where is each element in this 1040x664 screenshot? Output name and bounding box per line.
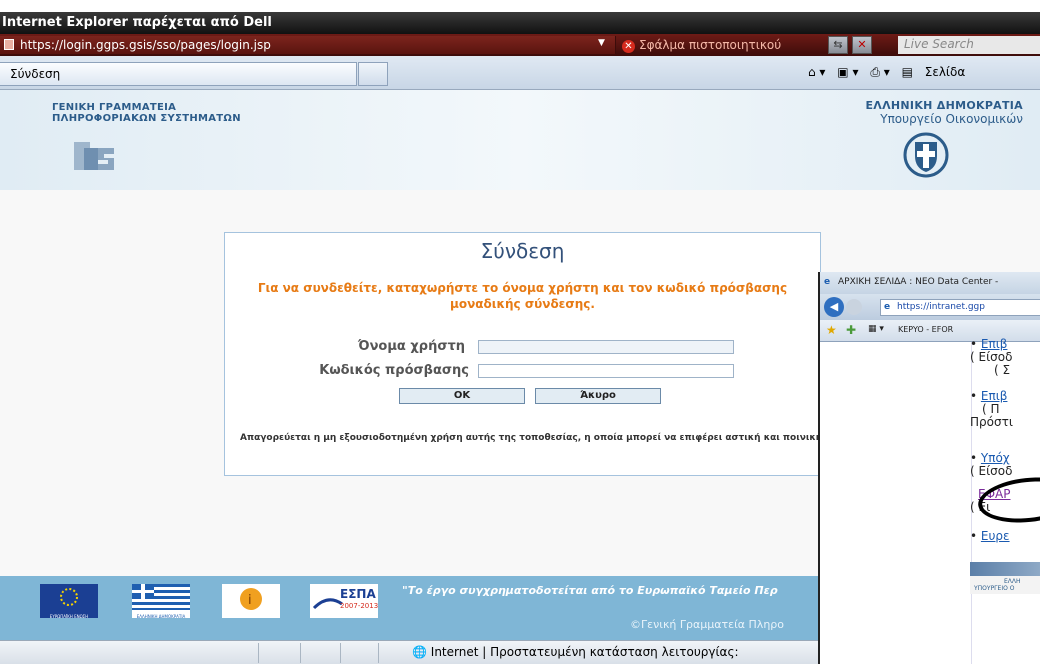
second-browser-window[interactable]: e ΑΡΧΙΚΗ ΣΕΛΙΔΑ : NEO Data Center - ◀ e … bbox=[818, 272, 1040, 664]
copyright: ©Γενική Γραμματεία Πληρο bbox=[630, 618, 785, 631]
status-cell bbox=[300, 643, 301, 663]
svg-text:2007-2013: 2007-2013 bbox=[340, 602, 378, 610]
login-message: Για να συνδεθείτε, καταχωρήστε το όνομα … bbox=[257, 281, 788, 311]
window2-title: ΑΡΧΙΚΗ ΣΕΛΙΔΑ : NEO Data Center - bbox=[838, 277, 999, 287]
username-label: Όνομα χρήστη bbox=[357, 339, 465, 354]
address-bar: https://login.ggps.gsis/sso/pages/login.… bbox=[0, 34, 1040, 56]
window2-address-input[interactable]: e https://intranet.ggp bbox=[880, 299, 1040, 316]
greek-caption: ΕΛΛΗΝΙΚΗ ΔΗΜΟΚΡΑΤΙΑ bbox=[136, 614, 186, 619]
command-bar: ⌂ ▾ ▣ ▾ ⎙ ▾ ▤ Σελίδα bbox=[808, 65, 981, 80]
org-line1: ΓΕΝΙΚΗ ΓΡΑΜΜΑΤΕΙΑ bbox=[52, 102, 177, 113]
page-icon: ▤ bbox=[901, 65, 913, 79]
ministry-name: Υπουργείο Οικονομικών bbox=[880, 112, 1023, 126]
forward-button[interactable] bbox=[846, 299, 862, 315]
cert-error-icon: ✕ bbox=[622, 40, 635, 53]
window2-site-icon: e bbox=[884, 302, 891, 312]
espa-logo: ΕΣΠΑ 2007-2013 bbox=[310, 584, 378, 618]
window2-address-text: https://intranet.ggp bbox=[897, 302, 985, 312]
tab-login[interactable]: Σύνδεση bbox=[0, 62, 357, 86]
window2-left-pane bbox=[820, 342, 972, 664]
username-input[interactable] bbox=[478, 340, 734, 354]
org-line2: ΠΛΗΡΟΦΟΡΙΑΚΩΝ ΣΥΣΤΗΜΑΤΩΝ bbox=[52, 113, 241, 124]
window2-nav-bar: ◀ e https://intranet.ggp bbox=[820, 294, 1040, 320]
status-cell bbox=[340, 643, 341, 663]
greek-emblem bbox=[903, 132, 949, 178]
page-menu[interactable]: ▤ Σελίδα bbox=[902, 65, 974, 79]
site-header: ΓΕΝΙΚΗ ΓΡΑΜΜΑΤΕΙΑ ΠΛΗΡΟΦΟΡΙΑΚΩΝ ΣΥΣΤΗΜΑΤ… bbox=[0, 90, 1040, 190]
info-society-icon: i bbox=[240, 588, 262, 610]
search-placeholder: Live Search bbox=[904, 37, 974, 51]
ie-icon: e bbox=[824, 277, 831, 287]
security-zone[interactable]: 🌐 Internet | Προστατευμένη κατάσταση λει… bbox=[412, 645, 739, 659]
login-title: Σύνδεση bbox=[480, 239, 565, 263]
window2-tab[interactable]: KEPYO - EFOR bbox=[898, 325, 953, 334]
eu-caption: ΕΥΡΩΠΑΪΚΗ ΕΝΩΣΗ bbox=[49, 614, 89, 619]
window2-title-bar[interactable]: e ΑΡΧΙΚΗ ΣΕΛΙΔΑ : NEO Data Center - bbox=[820, 272, 1040, 294]
status-cell bbox=[258, 643, 259, 663]
svg-text:ΕΣΠΑ: ΕΣΠΑ bbox=[340, 587, 376, 601]
print-icon[interactable]: ⎙ ▾ bbox=[870, 65, 889, 79]
stop-button[interactable]: ✕ bbox=[852, 36, 872, 54]
ok-button[interactable]: OK bbox=[399, 388, 525, 404]
cert-error-text: Σφάλμα πιστοποιητικού bbox=[639, 38, 782, 52]
greek-flag: ΕΛΛΗΝΙΚΗ ΔΗΜΟΚΡΑΤΙΑ bbox=[132, 584, 190, 619]
zone-text: Internet | Προστατευμένη κατάσταση λειτο… bbox=[430, 645, 739, 659]
login-panel: Σύνδεση Για να συνδεθείτε, καταχωρήστε τ… bbox=[224, 232, 858, 476]
page-menu-label: Σελίδα bbox=[924, 65, 966, 79]
window2-favorites-bar: ★ ✚ ▦ ▾ KEPYO - EFOR bbox=[820, 320, 1040, 342]
add-favorite-icon[interactable]: ✚ bbox=[846, 323, 856, 337]
funding-quote: "Το έργο συγχρηματοδοτείται από το Ευρωπ… bbox=[402, 584, 778, 597]
back-button[interactable]: ◀ bbox=[824, 297, 844, 317]
back-arrow-icon: ◀ bbox=[829, 300, 839, 313]
refresh-icon: ⇆ bbox=[833, 38, 843, 51]
tab-bar: Σύνδεση ⌂ ▾ ▣ ▾ ⎙ ▾ ▤ Σελίδα bbox=[0, 56, 1040, 90]
home-icon[interactable]: ⌂ ▾ bbox=[808, 65, 825, 79]
greek-flag-icon bbox=[132, 584, 190, 610]
zone-icon: 🌐 bbox=[412, 645, 427, 659]
address-input[interactable]: https://login.ggps.gsis/sso/pages/login.… bbox=[0, 36, 616, 54]
legal-warning: Απαγορεύεται η μη εξουσιοδοτημένη χρήση … bbox=[240, 433, 858, 443]
espa-icon: ΕΣΠΑ 2007-2013 bbox=[312, 587, 378, 610]
eu-stars-icon bbox=[60, 588, 78, 606]
tab-list-icon[interactable]: ▦ ▾ bbox=[868, 324, 884, 334]
eu-flag: ΕΥΡΩΠΑΪΚΗ ΕΝΩΣΗ bbox=[40, 584, 98, 619]
gsis-logo bbox=[74, 142, 114, 170]
new-tab-button[interactable] bbox=[358, 62, 388, 86]
cancel-button[interactable]: Άκυρο bbox=[535, 388, 661, 404]
feeds-icon[interactable]: ▣ ▾ bbox=[837, 65, 858, 79]
stop-icon: ✕ bbox=[857, 38, 867, 51]
site-icon bbox=[4, 39, 14, 50]
password-input[interactable] bbox=[478, 364, 734, 378]
refresh-button[interactable]: ⇆ bbox=[828, 36, 848, 54]
window-title-bar: Internet Explorer παρέχεται από Dell bbox=[0, 12, 1040, 34]
svg-text:i: i bbox=[248, 593, 252, 608]
favorites-star-icon[interactable]: ★ bbox=[826, 323, 837, 337]
address-dropdown-icon[interactable]: ▼ bbox=[598, 38, 605, 48]
address-text: https://login.ggps.gsis/sso/pages/login.… bbox=[20, 38, 271, 52]
state-name: ΕΛΛΗΝΙΚΗ ΔΗΜΟΚΡΑΤΙΑ bbox=[865, 99, 1023, 112]
window-title: Internet Explorer παρέχεται από Dell bbox=[2, 15, 272, 30]
status-cell bbox=[378, 643, 379, 663]
password-label: Κωδικός πρόσβασης bbox=[319, 363, 469, 378]
certificate-error[interactable]: ✕ Σφάλμα πιστοποιητικού bbox=[622, 36, 822, 54]
tab-label: Σύνδεση bbox=[10, 67, 61, 81]
org-name: ΓΕΝΙΚΗ ΓΡΑΜΜΑΤΕΙΑ ΠΛΗΡΟΦΟΡΙΑΚΩΝ ΣΥΣΤΗΜΑΤ… bbox=[52, 102, 241, 124]
info-society-logo: i bbox=[222, 584, 280, 618]
ministry-title: ΕΛΛΗΝΙΚΗ ΔΗΜΟΚΡΑΤΙΑ Υπουργείο Οικονομικώ… bbox=[813, 99, 1023, 126]
search-input[interactable]: Live Search bbox=[898, 36, 1040, 54]
screen: Internet Explorer παρέχεται από Dell htt… bbox=[0, 0, 1040, 664]
